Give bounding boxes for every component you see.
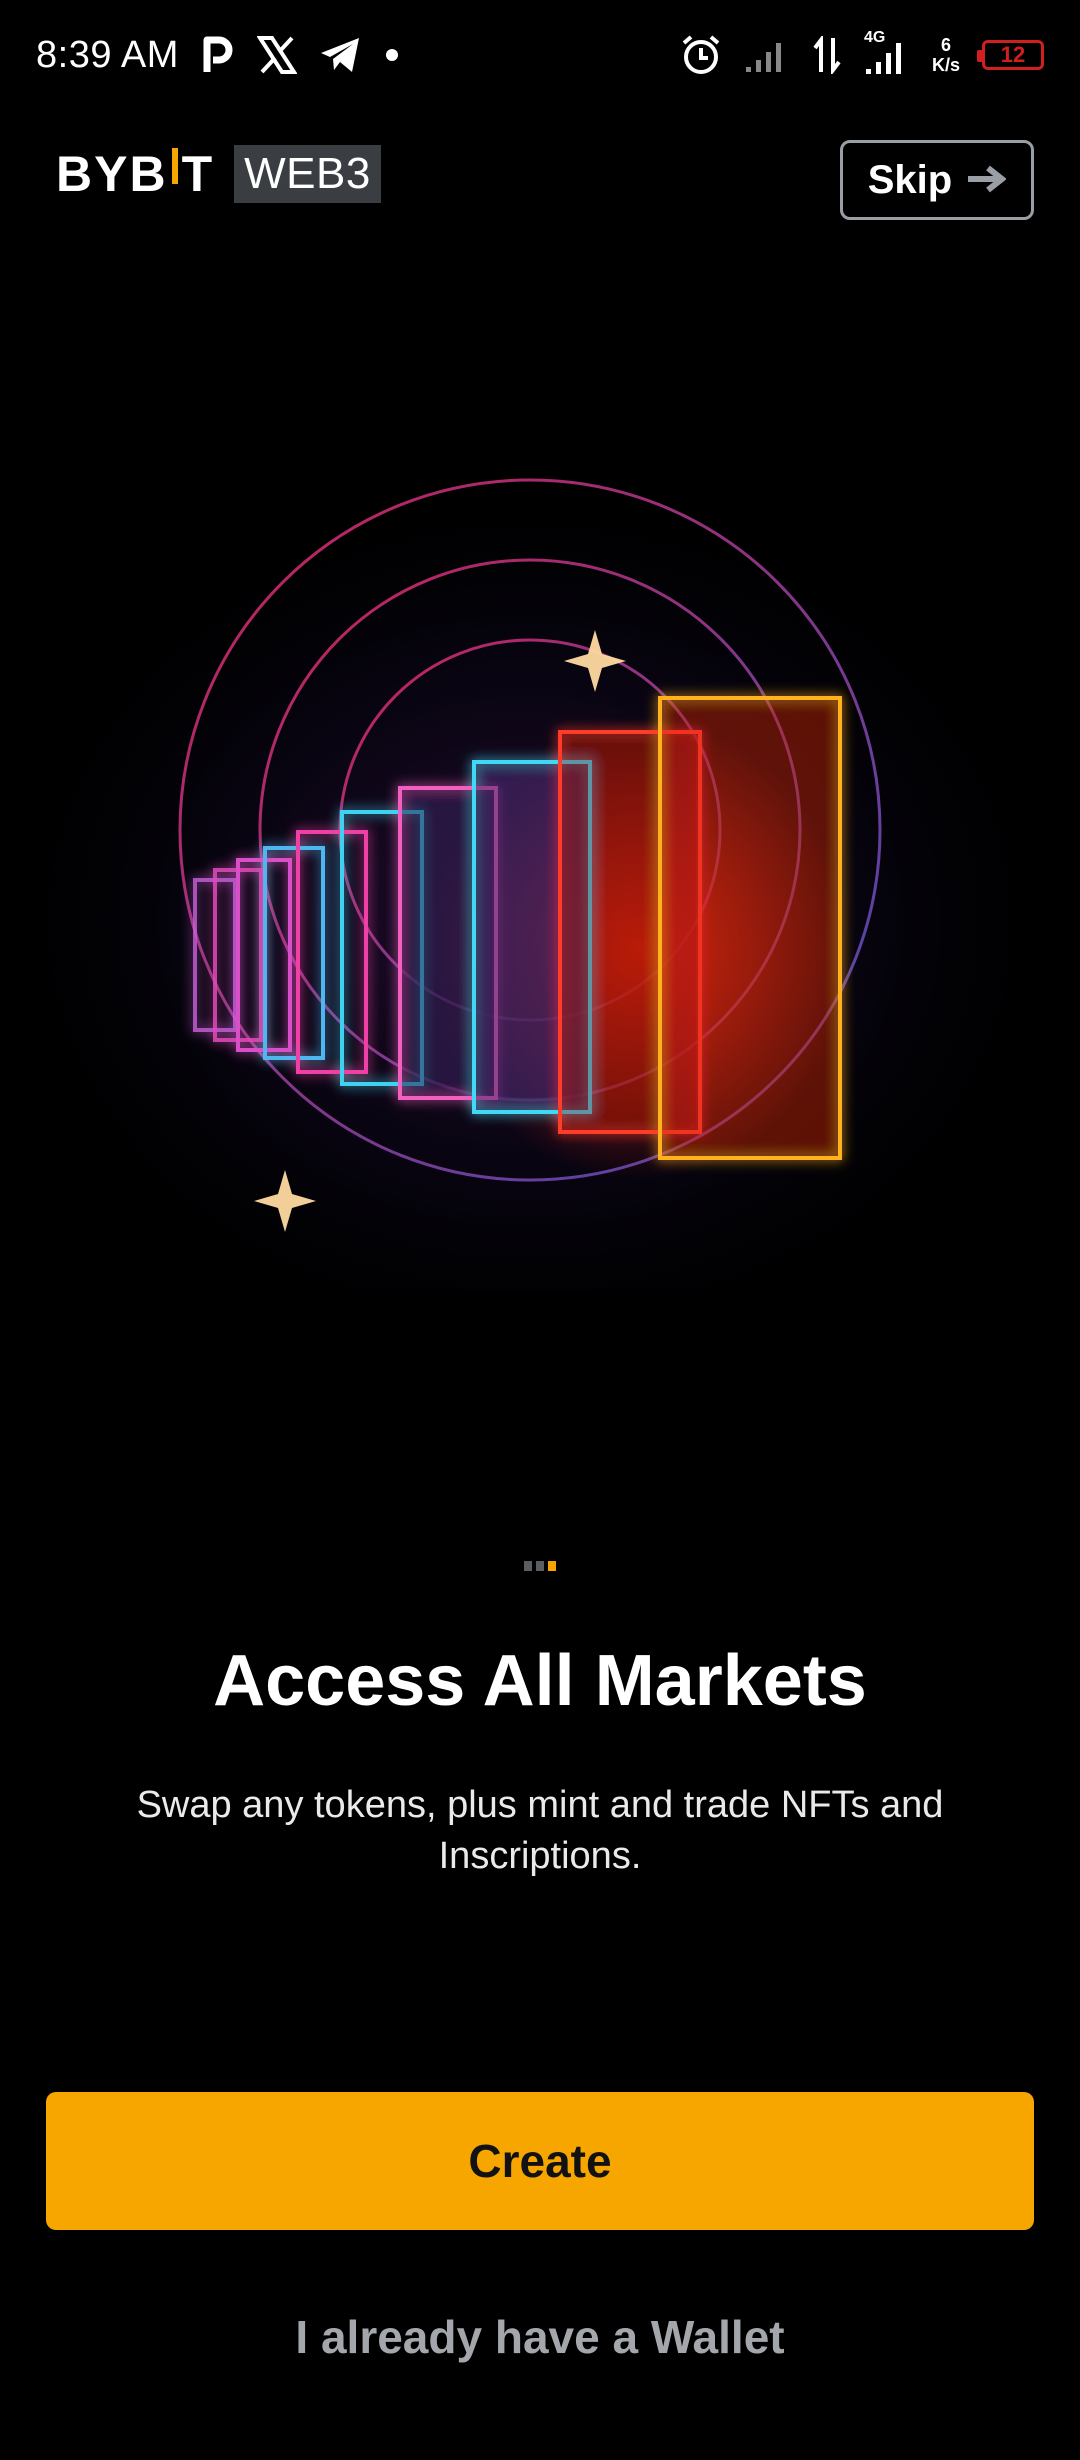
network-type: 4G xyxy=(863,29,886,46)
page-dot xyxy=(536,1561,544,1571)
net-speed-value: 6 xyxy=(940,35,951,55)
arrow-right-icon xyxy=(966,158,1008,203)
logo-text-right: T xyxy=(181,146,215,202)
header: BYB T WEB3 Skip xyxy=(0,135,1080,225)
signal-icon xyxy=(744,37,790,73)
parking-app-icon xyxy=(201,36,235,74)
bybit-web3-logo: BYB T WEB3 xyxy=(56,145,381,203)
data-arrows-icon xyxy=(812,36,842,74)
create-wallet-button[interactable]: Create xyxy=(46,2092,1034,2230)
page-indicator xyxy=(0,1561,1080,1571)
onboarding-illustration xyxy=(30,470,1030,1290)
net-speed-unit: K/s xyxy=(931,55,960,75)
status-right: 4G 6 K/s 12 xyxy=(680,29,1044,76)
skip-label: Skip xyxy=(867,157,953,202)
status-left: 8:39 AM xyxy=(36,34,399,77)
signal-4g-icon: 4G xyxy=(864,29,910,75)
logo-text-left: BYB xyxy=(56,146,168,202)
net-speed: 6 K/s xyxy=(932,35,960,75)
logo-wordmark: BYB T xyxy=(56,145,214,203)
battery-level: 12 xyxy=(1000,42,1026,67)
battery-icon: 12 xyxy=(977,40,1044,70)
existing-wallet-link[interactable]: I already have a Wallet xyxy=(0,2310,1080,2364)
create-label: Create xyxy=(468,2135,612,2187)
skip-button[interactable]: Skip xyxy=(840,140,1034,220)
page-dot xyxy=(524,1561,532,1571)
alarm-icon xyxy=(680,34,722,76)
logo-accent-bar xyxy=(171,148,178,184)
x-icon xyxy=(256,36,297,74)
status-bar: 8:39 AM 4G 6 K/s 12 xyxy=(0,0,1080,110)
dot-icon xyxy=(385,48,399,62)
logo-badge: WEB3 xyxy=(234,145,381,203)
telegram-icon xyxy=(319,36,363,74)
page-dot-active xyxy=(548,1561,556,1571)
page-subtitle: Swap any tokens, plus mint and trade NFT… xyxy=(136,1784,944,1877)
page-title: Access All Markets xyxy=(213,1641,867,1721)
status-time: 8:39 AM xyxy=(36,33,179,76)
